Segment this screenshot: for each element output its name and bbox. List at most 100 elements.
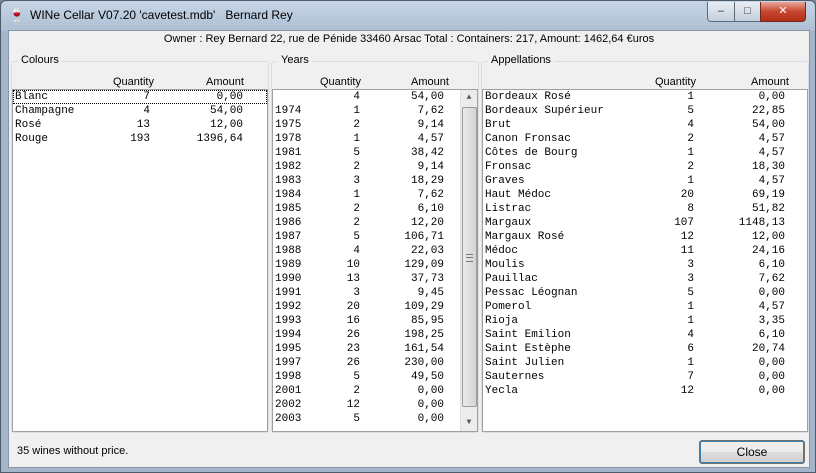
colours-row[interactable]: Champagne 4 54,00	[13, 104, 267, 118]
colours-row-name: Champagne	[15, 105, 75, 117]
years-row[interactable]: 2001 2 0,00	[273, 384, 460, 398]
appellations-row-name: Saint Julien	[485, 357, 565, 369]
scroll-up-arrow-icon[interactable]: ▲	[462, 90, 476, 106]
years-row[interactable]: 1981 5 38,42	[273, 146, 460, 160]
years-row[interactable]: 2003 5 0,00	[273, 412, 460, 426]
years-row-quantity: 1	[353, 133, 360, 145]
appellations-row-amount: 20,74	[751, 343, 785, 355]
appellations-row[interactable]: Pomerol 1 4,57	[483, 300, 807, 314]
appellations-row[interactable]: Yecla 12 0,00	[483, 384, 807, 398]
years-row[interactable]: 1992 20 109,29	[273, 300, 460, 314]
appellations-quantity-header: Quantity	[655, 76, 696, 88]
years-list[interactable]: 4 54,00 1974 1 7,62 1975 2 9,14 1978 1 4,57 1981 5 38…	[272, 89, 478, 432]
years-row-name: 1974	[275, 105, 302, 117]
appellations-row-name: Margaux	[485, 217, 532, 229]
appellations-row-amount: 51,82	[751, 203, 785, 215]
years-row[interactable]: 1975 2 9,14	[273, 118, 460, 132]
years-row[interactable]: 4 54,00	[273, 90, 460, 104]
years-row-quantity: 3	[353, 175, 360, 187]
years-row[interactable]: 2002 12 0,00	[273, 398, 460, 412]
years-row[interactable]: 1987 5 106,71	[273, 230, 460, 244]
years-row-quantity: 5	[353, 231, 360, 243]
appellations-row[interactable]: Listrac 8 51,82	[483, 202, 807, 216]
appellations-row-quantity: 6	[687, 343, 694, 355]
appellations-row-amount: 4,57	[758, 301, 785, 313]
appellations-row-amount: 1148,13	[738, 217, 785, 229]
appellations-row[interactable]: Margaux Rosé 12 12,00	[483, 230, 807, 244]
appellations-row-amount: 0,00	[758, 385, 785, 397]
appellations-row[interactable]: Saint Estèphe 6 20,74	[483, 342, 807, 356]
years-row[interactable]: 1986 2 12,20	[273, 216, 460, 230]
appellations-row[interactable]: Fronsac 2 18,30	[483, 160, 807, 174]
appellations-row-quantity: 3	[687, 259, 694, 271]
years-row[interactable]: 1995 23 161,54	[273, 342, 460, 356]
years-scrollbar[interactable]: ▲ ▼	[460, 90, 477, 431]
title-bar[interactable]: 🍷 WINe Cellar V07.20 'cavetest.mdb' Bern…	[1, 1, 815, 29]
appellations-row[interactable]: Graves 1 4,57	[483, 174, 807, 188]
scroll-thumb[interactable]	[462, 107, 477, 407]
years-row-quantity: 26	[346, 329, 360, 341]
years-row[interactable]: 1984 1 7,62	[273, 188, 460, 202]
years-row-name: 1982	[275, 161, 302, 173]
close-button[interactable]: Close	[699, 440, 805, 464]
appellations-row-quantity: 3	[687, 273, 694, 285]
appellations-row-quantity: 4	[687, 329, 694, 341]
years-row-amount: 106,71	[404, 231, 444, 243]
years-group: Years Quantity Amount 4 54,00 1974 1 7,62 197…	[271, 54, 479, 433]
years-row[interactable]: 1993 16 85,95	[273, 314, 460, 328]
appellations-row[interactable]: Médoc 11 24,16	[483, 244, 807, 258]
minimize-button[interactable]: –	[707, 2, 735, 22]
scroll-down-arrow-icon[interactable]: ▼	[462, 415, 476, 431]
client-area: Owner : Rey Bernard 22, rue de Pénide 33…	[8, 30, 810, 468]
years-row[interactable]: 1994 26 198,25	[273, 328, 460, 342]
appellations-row[interactable]: Canon Fronsac 2 4,57	[483, 132, 807, 146]
years-row[interactable]: 1998 5 49,50	[273, 370, 460, 384]
window-close-button[interactable]: ✕	[760, 2, 806, 22]
years-row-amount: 109,29	[404, 301, 444, 313]
years-row[interactable]: 1989 10 129,09	[273, 258, 460, 272]
years-row[interactable]: 1988 4 22,03	[273, 244, 460, 258]
appellations-list[interactable]: Bordeaux Rosé 1 0,00 Bordeaux Supérieur 5 22,…	[482, 89, 808, 432]
years-row-amount: 9,14	[417, 119, 444, 131]
years-row[interactable]: 1978 1 4,57	[273, 132, 460, 146]
appellations-row[interactable]: Brut 4 54,00	[483, 118, 807, 132]
appellations-row[interactable]: Bordeaux Rosé 1 0,00	[483, 90, 807, 104]
appellations-row[interactable]: Bordeaux Supérieur 5 22,85	[483, 104, 807, 118]
years-row-amount: 198,25	[404, 329, 444, 341]
years-row[interactable]: 1985 2 6,10	[273, 202, 460, 216]
wine-glass-icon[interactable]: 🍷	[8, 7, 25, 23]
colours-list[interactable]: Blanc 7 0,00 Champagne 4 54,00 Rosé 13 12,00 Roug…	[12, 89, 268, 432]
appellations-amount-header: Amount	[751, 76, 789, 88]
years-row[interactable]: 1991 3 9,45	[273, 286, 460, 300]
maximize-button[interactable]: □	[734, 2, 761, 22]
appellations-row[interactable]: Haut Médoc 20 69,19	[483, 188, 807, 202]
years-row[interactable]: 1974 1 7,62	[273, 104, 460, 118]
years-row-amount: 7,62	[417, 105, 444, 117]
appellations-row-quantity: 1	[687, 301, 694, 313]
appellations-row-quantity: 8	[687, 203, 694, 215]
appellations-row[interactable]: Saint Emilion 4 6,10	[483, 328, 807, 342]
colours-row-quantity: 13	[136, 119, 150, 131]
years-row[interactable]: 1990 13 37,73	[273, 272, 460, 286]
appellations-row-quantity: 4	[687, 119, 694, 131]
appellations-row-name: Fronsac	[485, 161, 532, 173]
appellations-row-amount: 3,35	[758, 315, 785, 327]
appellations-row[interactable]: Rioja 1 3,35	[483, 314, 807, 328]
years-row-amount: 9,14	[417, 161, 444, 173]
appellations-row[interactable]: Côtes de Bourg 1 4,57	[483, 146, 807, 160]
colours-row[interactable]: Rouge 193 1396,64	[13, 132, 267, 146]
appellations-row[interactable]: Moulis 3 6,10	[483, 258, 807, 272]
years-row[interactable]: 1982 2 9,14	[273, 160, 460, 174]
appellations-row[interactable]: Sauternes 7 0,00	[483, 370, 807, 384]
years-row[interactable]: 1997 26 230,00	[273, 356, 460, 370]
colours-row[interactable]: Rosé 13 12,00	[13, 118, 267, 132]
colours-row[interactable]: Blanc 7 0,00	[13, 90, 267, 104]
colours-row-amount: 0,00	[216, 91, 243, 103]
appellations-row[interactable]: Pauillac 3 7,62	[483, 272, 807, 286]
years-row-name: 2001	[275, 385, 302, 397]
appellations-row-amount: 24,16	[751, 245, 785, 257]
appellations-row[interactable]: Pessac Léognan 5 0,00	[483, 286, 807, 300]
appellations-row[interactable]: Saint Julien 1 0,00	[483, 356, 807, 370]
years-row[interactable]: 1983 3 18,29	[273, 174, 460, 188]
appellations-row[interactable]: Margaux 107 1148,13	[483, 216, 807, 230]
